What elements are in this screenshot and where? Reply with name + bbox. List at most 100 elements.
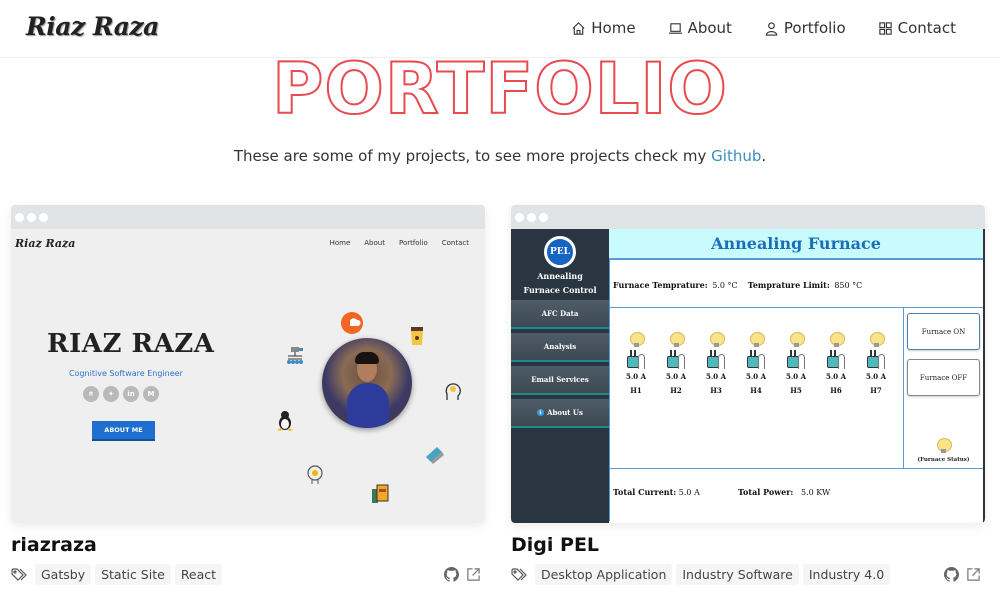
heater-name: H6 bbox=[830, 386, 842, 395]
limit-label: Temprature Limit: bbox=[747, 280, 830, 290]
external-link-icon[interactable] bbox=[966, 567, 981, 582]
nav-portfolio[interactable]: Portfolio bbox=[764, 19, 846, 37]
project-links bbox=[944, 567, 981, 582]
riazraza-preview: Riaz Raza Home About Portfolio Contact R… bbox=[11, 229, 485, 523]
preview-social: ⌾ ✦ in M bbox=[83, 386, 159, 402]
tag-list: Desktop Application Industry Software In… bbox=[535, 564, 944, 585]
furnace-on-button: Furnace ON bbox=[907, 313, 980, 350]
project-card: Riaz Raza Home About Portfolio Contact R… bbox=[11, 205, 485, 585]
window-dot bbox=[15, 212, 24, 222]
temperature-row: Furnace Temprature: 5.0 °C Temprature Li… bbox=[609, 260, 983, 308]
totals-row: Total Current: 5.0 A Total Power: 5.0 KW bbox=[609, 469, 983, 521]
tags-icon bbox=[11, 567, 27, 581]
nav-home[interactable]: Home bbox=[571, 19, 636, 37]
medium-icon: M bbox=[143, 386, 159, 402]
project-preview[interactable]: Riaz Raza Home About Portfolio Contact R… bbox=[11, 205, 485, 523]
bulb-icon bbox=[937, 438, 952, 453]
nav-about[interactable]: About bbox=[668, 19, 732, 37]
project-meta: Desktop Application Industry Software In… bbox=[511, 564, 985, 585]
plug-icon bbox=[747, 350, 765, 370]
bulb-icon bbox=[869, 332, 885, 347]
project-preview[interactable]: PEL Annealing Furnace Control AFC Data A… bbox=[511, 205, 985, 523]
heater-item: 5.0 A H5 bbox=[776, 332, 816, 468]
tag[interactable]: React bbox=[174, 564, 223, 585]
preview-logo: Riaz Raza bbox=[15, 237, 76, 250]
heater-name: H7 bbox=[870, 386, 882, 395]
plug-icon bbox=[667, 350, 685, 370]
project-links bbox=[444, 567, 481, 582]
window-dot bbox=[515, 212, 524, 222]
preview-screenshot: PEL Annealing Furnace Control AFC Data A… bbox=[511, 229, 985, 523]
window-dot bbox=[39, 212, 48, 222]
plug-icon bbox=[787, 350, 805, 370]
bulb-icon bbox=[629, 332, 645, 347]
power-label: Total Power: bbox=[738, 487, 794, 497]
grid-icon bbox=[878, 21, 892, 35]
nav-about-label: About bbox=[687, 19, 732, 37]
bulb-icon bbox=[789, 332, 805, 347]
preview-nav: Home About Portfolio Contact bbox=[330, 239, 469, 247]
window-dot bbox=[539, 212, 548, 222]
heater-name: H2 bbox=[670, 386, 682, 395]
heater-panel: 5.0 A H1 5.0 A H2 5.0 A H3 5.0 A H4 5.0 A H5 5.0 A… bbox=[609, 308, 983, 469]
tags-icon bbox=[511, 567, 527, 581]
nav-portfolio-label: Portfolio bbox=[783, 19, 846, 37]
side-title-line2: Furnace Control bbox=[523, 285, 597, 295]
preview-menu-item: AFC Data bbox=[511, 300, 609, 329]
github-link[interactable]: Github bbox=[711, 147, 761, 165]
temp-value: 5.0 °C bbox=[712, 281, 738, 290]
bulb-icon bbox=[749, 332, 765, 347]
preview-about-button: ABOUT ME bbox=[92, 421, 155, 441]
user-icon bbox=[765, 21, 778, 36]
furnace-status: (Furnace Status) bbox=[904, 438, 983, 463]
tag[interactable]: Industry 4.0 bbox=[802, 564, 891, 585]
browser-bar bbox=[511, 205, 985, 229]
limit-value: 850 °C bbox=[834, 281, 863, 290]
site-header: Riaz Raza Home About Portfolio Contact bbox=[0, 0, 1000, 58]
robot-icon bbox=[287, 347, 303, 364]
preview-role: Cognitive Software Engineer bbox=[69, 369, 183, 378]
home-icon bbox=[572, 21, 585, 35]
power-value: 5.0 KW bbox=[801, 488, 831, 497]
preview-side-title: Annealing Furnace Control bbox=[511, 269, 609, 297]
github-icon[interactable] bbox=[444, 567, 459, 582]
heater-current: 5.0 A bbox=[825, 372, 847, 381]
heater-item: 5.0 A H6 bbox=[816, 332, 856, 468]
bulb-icon bbox=[709, 332, 725, 347]
brain-idea-icon bbox=[445, 383, 461, 400]
tag[interactable]: Desktop Application bbox=[535, 564, 673, 585]
plug-icon bbox=[627, 350, 645, 370]
github-icon[interactable] bbox=[944, 567, 959, 582]
project-title: Digi PEL bbox=[511, 534, 600, 556]
browser-bar bbox=[11, 205, 485, 229]
heater-current: 5.0 A bbox=[745, 372, 767, 381]
tag[interactable]: Gatsby bbox=[35, 564, 92, 585]
heater-list: 5.0 A H1 5.0 A H2 5.0 A H3 5.0 A H4 5.0 A H5 5.0 A… bbox=[610, 308, 903, 468]
tag[interactable]: Static Site bbox=[95, 564, 171, 585]
neural-network-icon bbox=[307, 465, 323, 484]
heater-item: 5.0 A H1 bbox=[616, 332, 656, 468]
site-logo[interactable]: Riaz Raza bbox=[26, 12, 159, 41]
preview-nav-item: Contact bbox=[441, 239, 469, 247]
preview-screenshot: Riaz Raza Home About Portfolio Contact R… bbox=[11, 229, 485, 523]
digipel-preview: PEL Annealing Furnace Control AFC Data A… bbox=[511, 229, 985, 523]
heater-item: 5.0 A H3 bbox=[696, 332, 736, 468]
nav-contact[interactable]: Contact bbox=[878, 19, 956, 37]
external-link-icon[interactable] bbox=[466, 567, 481, 582]
side-title-line1: Annealing bbox=[537, 271, 583, 281]
nav-home-label: Home bbox=[591, 19, 636, 37]
laptop-illustration-icon bbox=[426, 447, 444, 464]
subtitle-suffix: . bbox=[761, 147, 767, 165]
preview-nav-item: About bbox=[364, 239, 385, 247]
tag[interactable]: Industry Software bbox=[676, 564, 799, 585]
heater-name: H1 bbox=[630, 386, 642, 395]
preview-menu-item: i About Us bbox=[511, 399, 609, 428]
page-subtitle: These are some of my projects, to see mo… bbox=[0, 147, 1000, 165]
bulb-icon bbox=[829, 332, 845, 347]
heater-item: 5.0 A H2 bbox=[656, 332, 696, 468]
nav-contact-label: Contact bbox=[897, 19, 956, 37]
furnace-controls: Furnace ON Furnace OFF (Furnace Status) bbox=[903, 308, 983, 468]
heater-current: 5.0 A bbox=[625, 372, 647, 381]
window-dot bbox=[27, 212, 36, 222]
preview-main: Annealing Furnace Furnace Temprature: 5.… bbox=[609, 229, 985, 523]
